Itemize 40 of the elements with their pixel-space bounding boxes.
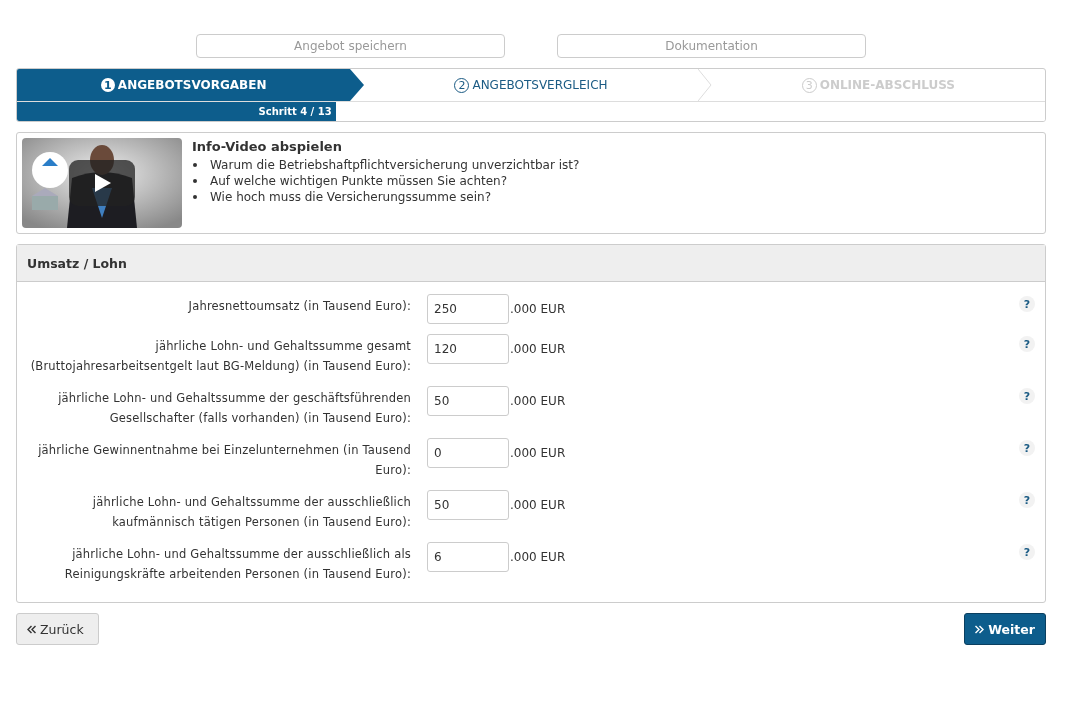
unit-label: .000 EUR bbox=[510, 497, 566, 514]
progress-bar: Schritt 4 / 13 bbox=[17, 102, 336, 121]
field-label: jährliche Lohn- und Gehaltssumme gesamt (Bruttojahresarbeitsentgelt laut BG-Meldung) (in Tausend Euro): bbox=[29, 338, 411, 375]
play-button-icon[interactable] bbox=[69, 160, 135, 206]
video-point: Wie hoch muss die Versicherungssumme sein? bbox=[210, 190, 491, 204]
step-tab[interactable]: 2 ANGEBOTSVERGLEICH bbox=[364, 69, 698, 101]
bullet-icon bbox=[193, 179, 197, 183]
panel-title: Umsatz / Lohn bbox=[27, 255, 127, 271]
help-button[interactable]: ? bbox=[1019, 336, 1035, 352]
video-point: Warum die Betriebshaftpflichtversicherung unverzichtbar ist? bbox=[210, 158, 580, 172]
video-point: Auf welche wichtigen Punkte müssen Sie achten? bbox=[210, 174, 508, 188]
input-field[interactable]: 50 bbox=[427, 490, 509, 520]
field-label: jährliche Gewinnentnahme bei Einzelunternehmen (in Tausend Euro): bbox=[37, 442, 411, 479]
field-label: Jahresnettoumsatz (in Tausend Euro): bbox=[187, 298, 411, 315]
help-button[interactable]: ? bbox=[1019, 440, 1035, 456]
input-field[interactable]: 0 bbox=[427, 438, 509, 468]
help-button[interactable]: ? bbox=[1019, 296, 1035, 312]
field-label: jährliche Lohn- und Gehaltssumme der geschäftsführenden Gesellschafter (falls vorhanden) (in Tausend Euro): bbox=[57, 390, 411, 427]
unit-label: .000 EUR bbox=[510, 445, 566, 462]
video-title: Info-Video abspielen bbox=[192, 139, 343, 154]
unit-label: .000 EUR bbox=[510, 393, 566, 410]
back-button[interactable]: Zurück bbox=[16, 613, 99, 645]
bullet-icon bbox=[193, 163, 197, 167]
unit-label: .000 EUR bbox=[510, 341, 566, 358]
chevron-icon bbox=[350, 69, 365, 101]
field-label: jährliche Lohn- und Gehaltssumme der ausschließlich als Reinigungskräfte arbeitenden Personen (in Tausend Euro): bbox=[63, 546, 411, 583]
input-field[interactable]: 50 bbox=[427, 386, 509, 416]
unit-label: .000 EUR bbox=[510, 301, 566, 318]
unit-label: .000 EUR bbox=[510, 549, 566, 566]
help-button[interactable]: ? bbox=[1019, 492, 1035, 508]
help-button[interactable]: ? bbox=[1019, 544, 1035, 560]
input-field[interactable]: 250 bbox=[427, 294, 509, 324]
double-chevron-left-icon bbox=[27, 624, 36, 634]
bullet-icon bbox=[193, 195, 197, 199]
field-label: jährliche Lohn- und Gehaltssumme der ausschließlich kaufmännisch tätigen Personen (in Tausend Euro): bbox=[91, 494, 411, 531]
help-button[interactable]: ? bbox=[1019, 388, 1035, 404]
next-button[interactable]: Weiter bbox=[964, 613, 1046, 645]
input-field[interactable]: 6 bbox=[427, 542, 509, 572]
input-field[interactable]: 120 bbox=[427, 334, 509, 364]
double-chevron-right-icon bbox=[975, 624, 985, 634]
